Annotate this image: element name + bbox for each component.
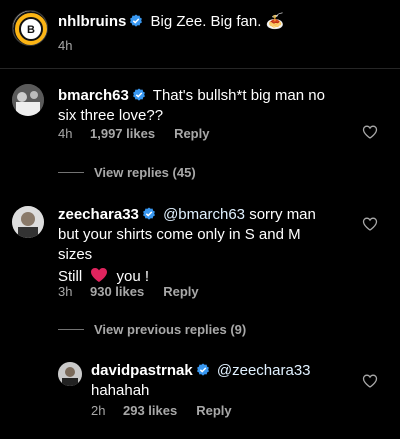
comment-text-line: That's bullsh*t big man no	[152, 87, 325, 104]
view-replies-button[interactable]: View replies (45)	[58, 165, 196, 180]
comment-meta: 2h 293 likes Reply	[91, 403, 232, 418]
svg-text:B: B	[27, 24, 35, 36]
zeechara33-avatar[interactable]	[12, 206, 44, 238]
comment-time: 2h	[91, 403, 106, 418]
comment-text-line: Still	[58, 268, 83, 285]
bruins-logo-icon: B	[13, 11, 47, 45]
davidpastrnak-avatar[interactable]	[58, 362, 82, 386]
comment-time: 3h	[58, 284, 73, 299]
nhlbruins-avatar[interactable]: B	[12, 10, 48, 46]
verified-badge-icon	[132, 88, 145, 101]
post-caption: nhlbruins Big Zee. Big fan. 🍝	[58, 12, 284, 32]
red-heart-emoji	[91, 268, 108, 282]
comment-text-line: you !	[116, 268, 150, 285]
bmarch63-avatar[interactable]	[12, 84, 44, 116]
divider-line	[58, 329, 84, 330]
comment-meta: 4h 1,997 likes Reply	[58, 126, 209, 141]
comment-zeechara33-text: zeechara33 @bmarch63 sorry man but your …	[58, 205, 358, 287]
view-previous-replies-button[interactable]: View previous replies (9)	[58, 322, 246, 337]
spaghetti-emoji: 🍝	[265, 13, 285, 30]
comment-username[interactable]: bmarch63	[58, 87, 129, 104]
likes-count[interactable]: 293 likes	[123, 403, 177, 418]
avatar-photo-icon	[12, 84, 44, 116]
comment-username[interactable]: davidpastrnak	[91, 362, 193, 379]
mention-link[interactable]: @bmarch63	[163, 206, 245, 223]
verified-badge-icon	[130, 14, 143, 27]
reply-button[interactable]: Reply	[196, 403, 231, 418]
heart-outline-icon[interactable]	[362, 216, 378, 232]
divider	[0, 68, 400, 69]
heart-outline-icon[interactable]	[362, 373, 378, 389]
comment-text-line: sorry man	[249, 206, 316, 223]
reply-button[interactable]: Reply	[174, 126, 209, 141]
comment-username[interactable]: zeechara33	[58, 206, 139, 223]
view-replies-label: View replies (45)	[94, 165, 196, 180]
comment-text-line: hahahah	[91, 382, 150, 399]
view-previous-replies-label: View previous replies (9)	[94, 322, 247, 337]
likes-count[interactable]: 1,997 likes	[90, 126, 155, 141]
heart-outline-icon[interactable]	[362, 124, 378, 140]
avatar-photo-icon	[58, 362, 82, 386]
comment-text-line: six three love??	[58, 107, 164, 124]
post-username[interactable]: nhlbruins	[58, 13, 126, 30]
comment-time: 4h	[58, 126, 73, 141]
reply-davidpastrnak-text: davidpastrnak @zeechara33 hahahah	[91, 361, 361, 401]
verified-badge-icon	[142, 207, 155, 220]
comment-text-line: but your shirts come only in S and M	[58, 226, 301, 243]
post-time: 4h	[58, 38, 73, 53]
mention-link[interactable]: @zeechara33	[217, 362, 311, 379]
comment-text-line: sizes	[58, 246, 93, 263]
verified-badge-icon	[196, 363, 209, 376]
comment-bmarch63-text: bmarch63 That's bullsh*t big man no six …	[58, 86, 358, 126]
post-caption-text: Big Zee. Big fan.	[150, 13, 262, 30]
comment-meta: 3h 930 likes Reply	[58, 284, 199, 299]
likes-count[interactable]: 930 likes	[90, 284, 144, 299]
divider-line	[58, 172, 84, 173]
avatar-photo-icon	[12, 206, 44, 238]
reply-button[interactable]: Reply	[163, 284, 198, 299]
